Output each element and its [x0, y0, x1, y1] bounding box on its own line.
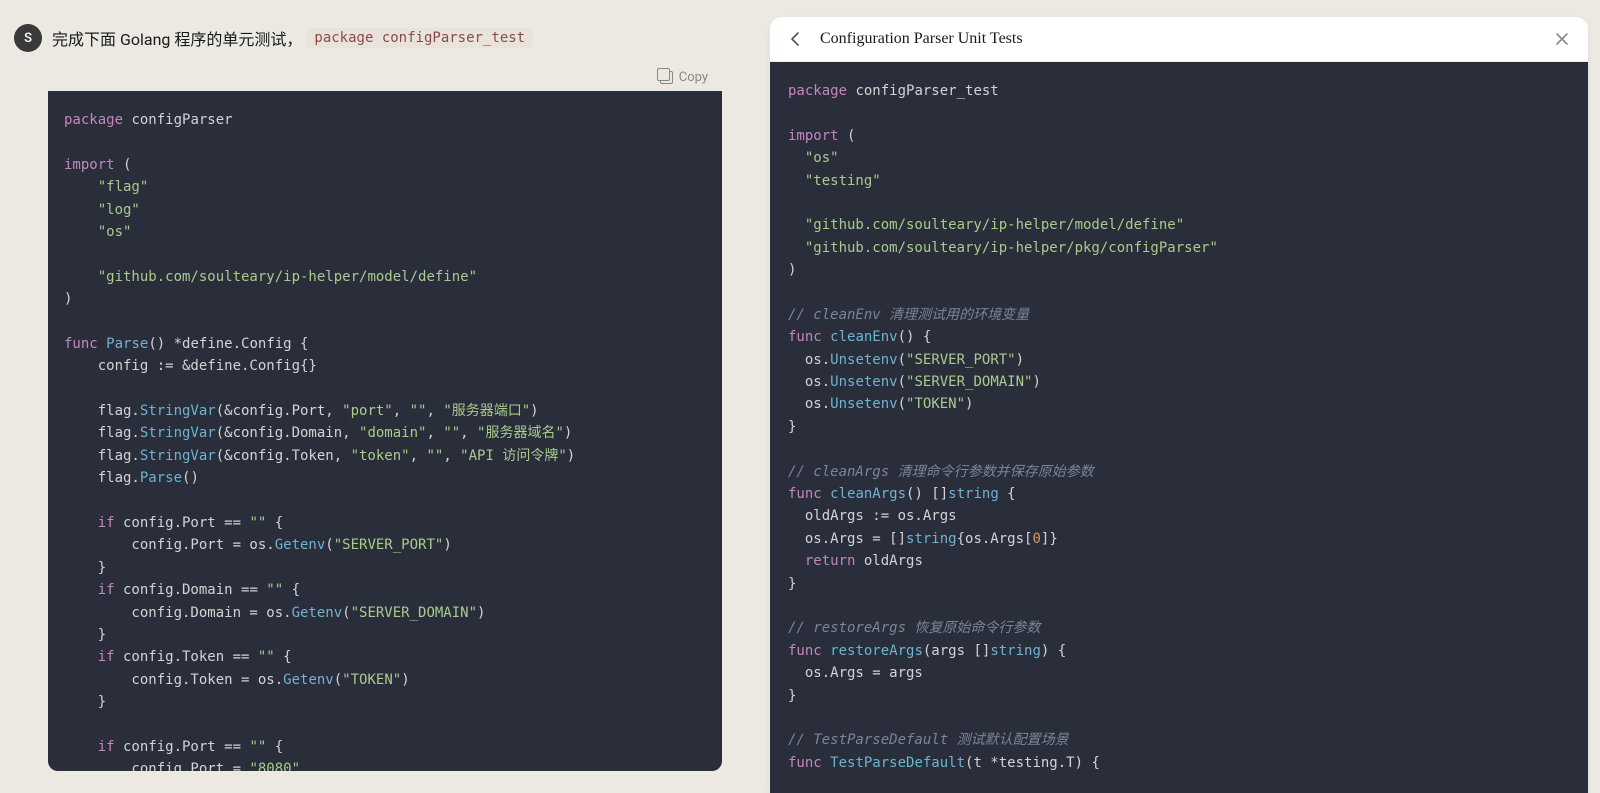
code-body-left[interactable]: package configParser import ( "flag" "lo…: [48, 91, 722, 771]
arrow-left-icon: [788, 31, 804, 47]
copy-label: Copy: [679, 70, 708, 85]
code-block: Copy package configParser import ( "flag…: [48, 64, 722, 771]
copy-icon: [660, 71, 673, 84]
card-title: Configuration Parser Unit Tests: [820, 30, 1538, 48]
user-message-prefix: 完成下面 Golang 程序的单元测试，: [52, 26, 302, 50]
copy-button[interactable]: Copy: [660, 70, 708, 85]
code-header: Copy: [48, 64, 722, 91]
code-body-right[interactable]: package configParser_test import ( "os" …: [770, 62, 1588, 793]
inline-code-snippet: package configParser_test: [306, 28, 533, 48]
right-panel: Configuration Parser Unit Tests package …: [770, 0, 1600, 793]
back-button[interactable]: [786, 29, 806, 49]
avatar: S: [14, 24, 42, 52]
close-button[interactable]: [1552, 29, 1572, 49]
close-icon: [1555, 32, 1569, 46]
card-header: Configuration Parser Unit Tests: [770, 17, 1588, 62]
left-panel: S 完成下面 Golang 程序的单元测试， package configPar…: [0, 0, 770, 793]
user-message-row: S 完成下面 Golang 程序的单元测试， package configPar…: [0, 0, 770, 64]
user-message-text: 完成下面 Golang 程序的单元测试， package configParse…: [52, 26, 533, 50]
artifact-card: Configuration Parser Unit Tests package …: [770, 17, 1588, 793]
